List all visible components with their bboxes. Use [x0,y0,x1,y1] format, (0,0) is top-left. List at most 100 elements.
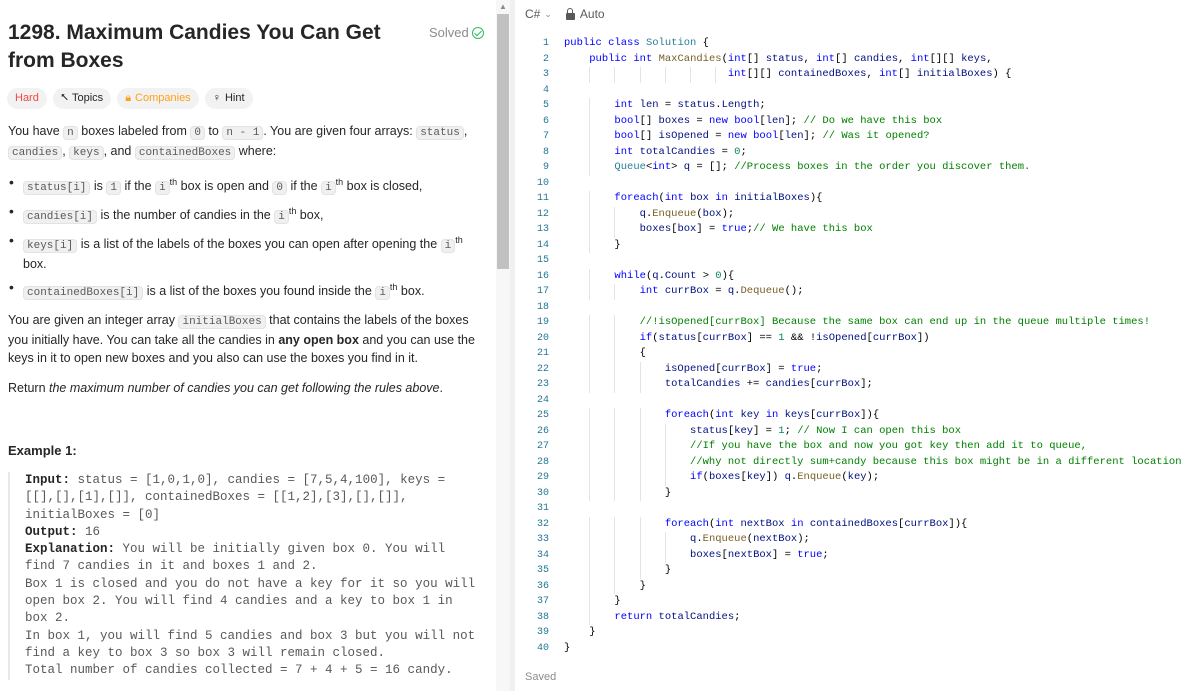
inline-code: n [63,126,78,140]
line-number: 12 [536,208,549,220]
code-line[interactable]: 7 bool[] isOpened = new bool[len]; // Wa… [515,129,1200,145]
paragraph-text: . [439,381,443,395]
line-number: 32 [536,518,549,530]
explanation-line: Total number of candies collected = 7 + … [25,663,453,678]
input-label: Input: [25,473,71,487]
auto-mode-toggle[interactable]: Auto [565,7,605,21]
companies-button[interactable]: 🔒︎ Companies [117,88,199,109]
code-line[interactable]: 12 q.Enqueue(box); [515,206,1200,222]
code-line[interactable]: 36 } [515,578,1200,594]
inline-code: keys [69,146,104,160]
tag-row: Hard ⭦ Topics 🔒︎ Companies ♀ Hint [7,88,253,109]
code-line[interactable]: 1 public class Solution { [515,36,1200,52]
code-line[interactable]: 34 boxes[nextBox] = true; [515,547,1200,563]
code-line[interactable]: 26 status[key] = 1; // Now I can open th… [515,423,1200,439]
code-line[interactable]: 35 } [515,563,1200,579]
topics-button[interactable]: ⭦ Topics [52,88,112,109]
code-line[interactable]: 14 } [515,237,1200,253]
hint-button[interactable]: ♀ Hint [204,88,253,109]
language-select[interactable]: C# ⌄ [525,7,552,21]
code-line[interactable]: 10 [515,176,1200,192]
line-number: 7 [542,131,549,142]
code-line[interactable]: 19 //!isOpened[currBox] Because the same… [515,315,1200,331]
language-label: C# [525,7,541,21]
code-text: while(q.Count > 0){ [614,269,735,282]
code-line[interactable]: 24 [515,393,1200,409]
code-text: { [564,347,646,359]
code-line[interactable]: 39 } [515,625,1200,641]
inline-code: i [155,181,170,196]
code-line[interactable]: 23 totalCandies += candies[currBox]; [515,377,1200,393]
tag-icon: ⭦ [60,92,68,104]
line-number: 20 [536,332,549,344]
code-line[interactable]: 18 [515,300,1200,316]
code-line[interactable]: 38 return totalCandies; [515,609,1200,625]
code-text: } [564,626,596,638]
inline-code: 1 [106,181,122,196]
code-line[interactable]: 22 isOpened[currBox] = true; [515,361,1200,377]
code-text: //If you have the box and now you got ke… [690,440,1087,452]
line-number: 18 [536,301,549,313]
code-text: if(boxes[key]) q.Enqueue(key); [690,471,880,483]
inline-code: status [416,126,464,140]
line-number: 21 [536,348,549,359]
code-line[interactable]: 5 int len = status.Length; [515,98,1200,114]
code-line[interactable]: 33 q.Enqueue(nextBox); [515,532,1200,548]
code-line[interactable]: 2 public int MaxCandies(int[] status, in… [515,52,1200,68]
bold-text: any open box [278,333,359,347]
code-line[interactable]: 20 if(status[currBox] == 1 && !isOpened[… [515,330,1200,346]
code-line[interactable]: 21 { [515,346,1200,362]
code-text: status[key] = 1; // Now I can open this … [690,424,962,437]
code-line[interactable]: 17 int currBox = q.Dequeue(); [515,284,1200,300]
problem-title[interactable]: 1298. Maximum Candies You Can Get from B… [8,19,418,75]
inline-code: 0 [190,126,205,140]
code-line[interactable]: 37 } [515,594,1200,610]
code-line[interactable]: 15 [515,253,1200,269]
scroll-up-arrow-icon[interactable]: ▲ [496,0,510,14]
output-label: Output: [25,524,78,539]
intro-text: , and [103,144,135,158]
inline-code: i [321,181,336,196]
lock-icon [565,7,575,20]
editor-toolbar: C# ⌄ Auto [525,7,605,21]
code-line[interactable]: 11 foreach(int box in initialBoxes){ [515,191,1200,207]
solved-badge: Solved [429,25,484,40]
code-line[interactable]: 6 bool[] boxes = new bool[len]; // Do we… [515,113,1200,129]
code-line[interactable]: 30 } [515,485,1200,501]
code-line[interactable]: 3 int[][] containedBoxes, int[] initialB… [515,67,1200,83]
line-number: 8 [542,146,549,158]
description-scrollbar[interactable]: ▲ [496,0,510,691]
bullet-text: box. [397,284,425,299]
return-paragraph: Return the maximum number of candies you… [8,379,478,397]
code-area[interactable]: 1 public class Solution {2 public int Max… [515,36,1200,656]
line-number: 13 [536,224,549,235]
code-line[interactable]: 27 //If you have the box and now you got… [515,439,1200,455]
code-text: foreach(int key in keys[currBox]){ [664,409,880,421]
code-line[interactable]: 40} [515,641,1200,657]
code-line[interactable]: 29 if(boxes[key]) q.Enqueue(key); [515,470,1200,486]
output-value: 16 [77,524,101,539]
code-line[interactable]: 31 [515,501,1200,517]
superscript: th [455,235,463,245]
line-number: 1 [542,38,549,49]
code-line[interactable]: 9 Queue<int> q = []; //Process boxes in … [515,160,1200,176]
code-text: } [564,595,621,607]
code-text: totalCandies += candies[currBox]; [664,378,873,390]
code-line[interactable]: 25 foreach(int key in keys[currBox]){ [515,408,1200,424]
line-number: 25 [536,410,549,421]
code-line[interactable]: 4 [515,83,1200,99]
inline-code: candies [8,146,63,160]
code-line[interactable]: 28 //why not directly sum+candy because … [515,454,1200,470]
code-line[interactable]: 32 foreach(int nextBox in containedBoxes… [515,516,1200,532]
bullet-item: • keys[i] is a list of the labels of the… [9,232,463,272]
line-number: 9 [542,162,549,173]
code-line[interactable]: 16 while(q.Count > 0){ [515,268,1200,284]
scrollbar-thumb[interactable] [497,14,509,269]
difficulty-badge: Hard [7,88,47,109]
intro-text: , [463,124,468,138]
code-line[interactable]: 8 int totalCandies = 0; [515,144,1200,160]
code-line[interactable]: 13 boxes[box] = true;// We have this box [515,222,1200,238]
inline-code: keys[i] [23,239,78,254]
italic-text: the maximum number of candies you can ge… [49,381,440,395]
intro-text: to [204,124,223,138]
